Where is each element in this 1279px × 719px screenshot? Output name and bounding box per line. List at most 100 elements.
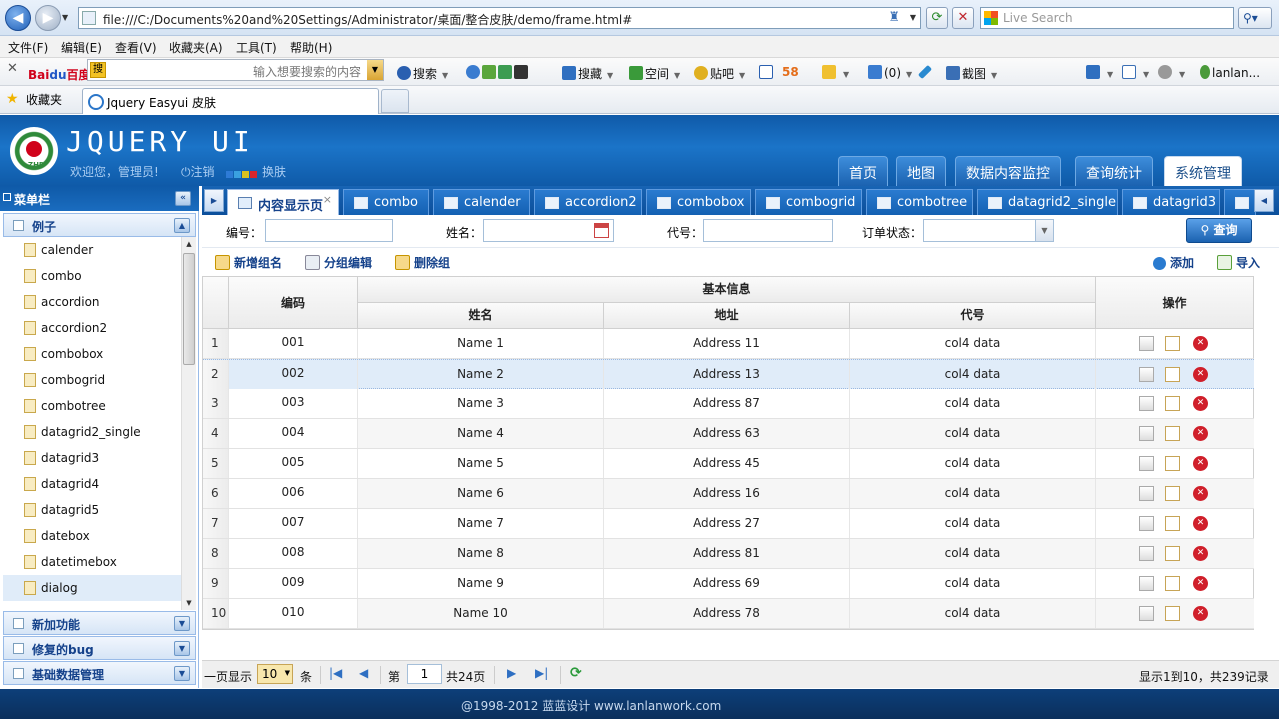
history-dropdown-icon[interactable]: ▼ (62, 13, 68, 22)
edit-icon[interactable] (1165, 486, 1180, 501)
tree-item-combobox[interactable]: combobox (3, 341, 181, 367)
toolbar-count-button[interactable]: (0) ▼ (868, 65, 912, 80)
tab-overflow[interactable] (1224, 189, 1256, 215)
tab-content-page[interactable]: 内容显示页 × (227, 189, 339, 215)
tree-item-datagrid5[interactable]: datagrid5 (3, 497, 181, 523)
chevron-down-icon[interactable]: ▼ (1035, 220, 1053, 241)
tree-item-combo[interactable]: combo (3, 263, 181, 289)
table-row[interactable]: 5 005 Name 5 Address 45 col4 data ✕ (203, 449, 1254, 479)
tab-datagrid3[interactable]: datagrid3 (1122, 189, 1220, 215)
menu-help[interactable]: 帮助(H) (290, 39, 332, 56)
skin-link[interactable]: 换肤 (262, 163, 286, 180)
nav-map[interactable]: 地图 (896, 156, 946, 186)
tree-item-datebox[interactable]: datebox (3, 523, 181, 549)
delete-icon[interactable]: ✕ (1193, 367, 1208, 382)
page-size-select[interactable]: 10 ▼ (257, 664, 293, 684)
last-page-icon[interactable]: ▶| (535, 666, 548, 680)
live-search-input[interactable]: Live Search (980, 7, 1234, 29)
query-button[interactable]: ⚲ 查询 (1186, 218, 1252, 243)
nav-stats[interactable]: 查询统计 (1075, 156, 1153, 186)
edit-icon[interactable] (1165, 336, 1180, 351)
delete-group-button[interactable]: 删除组 (395, 254, 450, 271)
toolbar-search-button[interactable]: 搜索 ▼ (397, 65, 448, 82)
code-input[interactable] (265, 219, 393, 242)
toolbar-user-button[interactable]: lanlan... (1200, 65, 1260, 80)
favorites-label[interactable]: 收藏夹 (26, 91, 62, 108)
chevron-down-icon[interactable]: ▼ (174, 616, 190, 631)
tab-datagrid2-single[interactable]: datagrid2_single (977, 189, 1118, 215)
menu-edit[interactable]: 编辑(E) (61, 39, 102, 56)
view-icon[interactable] (1139, 606, 1154, 621)
search-go-button[interactable]: ⚲▾ (1238, 7, 1272, 29)
tab-scroll-right-icon[interactable]: ▶ (204, 189, 224, 212)
edit-icon[interactable] (1165, 426, 1180, 441)
scroll-thumb[interactable] (183, 253, 195, 365)
browser-tab[interactable]: Jquery Easyui 皮肤 (82, 88, 379, 114)
back-arrow-icon[interactable]: ◀ (5, 5, 31, 31)
close-toolbar-icon[interactable]: ✕ (7, 61, 18, 76)
collapse-sidebar-icon[interactable]: « (175, 191, 191, 206)
edit-icon[interactable] (1165, 396, 1180, 411)
prev-page-icon[interactable]: ◀ (359, 666, 368, 680)
baidu-search-input[interactable]: 搜 输入想要搜索的内容 ▼ (87, 59, 384, 81)
toolbar-pen-icon[interactable] (917, 64, 933, 80)
skin-color-swatches[interactable] (226, 167, 258, 181)
add-button[interactable]: 添加 (1153, 254, 1194, 271)
address-header[interactable]: 地址 (604, 303, 850, 329)
name-date-input[interactable] (483, 219, 614, 242)
chevron-down-icon[interactable]: ▼ (174, 666, 190, 681)
tree-item-combogrid[interactable]: combogrid (3, 367, 181, 393)
accordion-new-features[interactable]: 新加功能 ▼ (3, 611, 196, 635)
tree-item-accordion[interactable]: accordion (3, 289, 181, 315)
scroll-down-arrow-icon[interactable]: ▼ (182, 596, 196, 610)
tab-accordion2[interactable]: accordion2 (534, 189, 642, 215)
delete-icon[interactable]: ✕ (1193, 606, 1208, 621)
add-group-button[interactable]: 新增组名 (215, 254, 282, 271)
delete-icon[interactable]: ✕ (1193, 576, 1208, 591)
first-page-icon[interactable]: |◀ (329, 666, 342, 680)
view-icon[interactable] (1139, 367, 1154, 382)
table-row[interactable]: 9 009 Name 9 Address 69 col4 data ✕ (203, 569, 1254, 599)
delete-icon[interactable]: ✕ (1193, 546, 1208, 561)
skin-swatch[interactable] (250, 171, 257, 178)
view-icon[interactable] (1139, 426, 1154, 441)
url-dropdown-icon[interactable]: ▼ (910, 13, 916, 22)
menu-view[interactable]: 查看(V) (115, 39, 157, 56)
table-row[interactable]: 7 007 Name 7 Address 27 col4 data ✕ (203, 509, 1254, 539)
tree-item-datagrid2-single[interactable]: datagrid2_single (3, 419, 181, 445)
page-number-input[interactable]: 1 (407, 664, 442, 684)
nav-monitor[interactable]: 数据内容监控 (955, 156, 1061, 186)
toolbar-space-button[interactable]: 空间 ▼ (629, 65, 680, 82)
nav-system[interactable]: 系统管理 (1164, 156, 1242, 186)
tab-combogrid[interactable]: combogrid (755, 189, 862, 215)
status-select[interactable]: ▼ (923, 219, 1054, 242)
view-icon[interactable] (1139, 456, 1154, 471)
url-input[interactable]: file:///C:/Documents%20and%20Settings/Ad… (78, 7, 921, 29)
compat-view-icon[interactable]: ♜ (888, 10, 900, 25)
table-row[interactable]: 6 006 Name 6 Address 16 col4 data ✕ (203, 479, 1254, 509)
toolbar-58-button[interactable]: 58 (782, 65, 799, 79)
edit-icon[interactable] (1165, 516, 1180, 531)
menu-tools[interactable]: 工具(T) (236, 39, 277, 56)
edit-icon[interactable] (1165, 456, 1180, 471)
import-button[interactable]: 导入 (1217, 254, 1260, 271)
table-row[interactable]: 3 003 Name 3 Address 87 col4 data ✕ (203, 389, 1254, 419)
chevron-up-icon[interactable]: ▲ (174, 218, 190, 233)
logout-link[interactable]: ⏻注销 (181, 163, 215, 180)
table-row[interactable]: 8 008 Name 8 Address 81 col4 data ✕ (203, 539, 1254, 569)
tree-item-dialog[interactable]: dialog (3, 575, 181, 601)
tab-combotree[interactable]: combotree (866, 189, 973, 215)
forward-arrow-icon[interactable]: ▶ (35, 5, 61, 31)
delete-icon[interactable]: ✕ (1193, 426, 1208, 441)
refresh-icon[interactable]: ⟳ (570, 665, 582, 681)
new-tab-button[interactable] (381, 89, 409, 113)
table-row[interactable]: 10 010 Name 10 Address 78 col4 data ✕ (203, 599, 1254, 629)
alias-header[interactable]: 代号 (850, 303, 1096, 329)
edit-icon[interactable] (1165, 367, 1180, 382)
tree-scrollbar[interactable]: ▲ ▼ (181, 237, 196, 610)
toolbar-puzzle-icon[interactable]: ▼ (1086, 65, 1113, 80)
toolbar-collect-button[interactable]: 搜藏 ▼ (562, 65, 613, 82)
delete-icon[interactable]: ✕ (1193, 336, 1208, 351)
delete-icon[interactable]: ✕ (1193, 516, 1208, 531)
close-tab-icon[interactable]: × (323, 193, 332, 206)
